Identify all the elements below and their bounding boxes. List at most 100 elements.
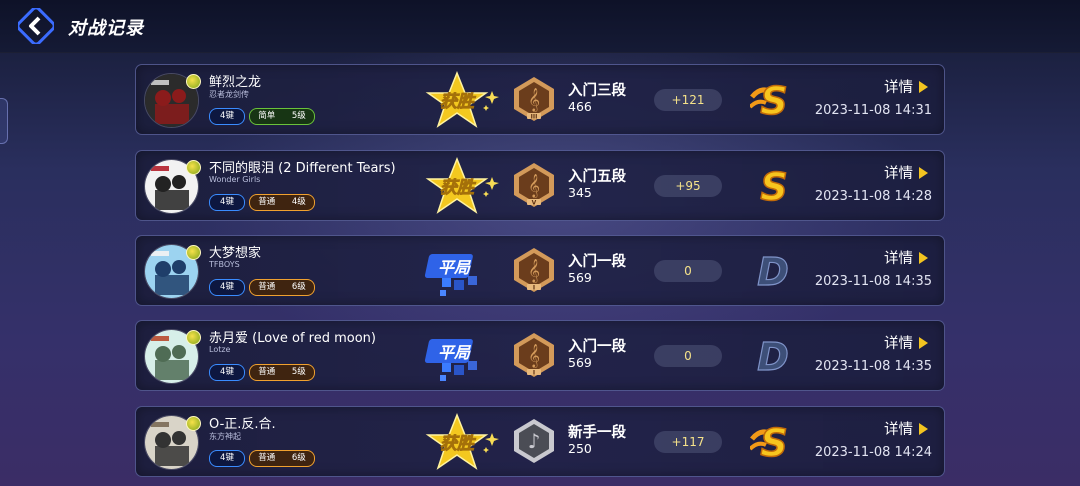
detail-button[interactable]: 详情 [884,332,928,353]
detail-button[interactable]: 详情 [884,76,928,97]
top-bar: 对战记录 [0,0,1080,53]
back-arrow-icon[interactable] [18,8,54,44]
svg-text:I: I [533,370,535,377]
key-count-tag: 4键 [209,194,245,211]
record-timestamp: 2023-11-08 14:35 [814,274,932,289]
draw-block-icon: 平局 [424,254,477,296]
difficulty-label: 普通 [258,453,276,463]
difficulty-tag: 普通 6级 [249,279,315,296]
play-arrow-icon [919,166,928,179]
key-count-tag: 4键 [209,450,245,467]
record-timestamp: 2023-11-08 14:28 [814,189,932,204]
song-artist: Lotze [209,345,231,354]
svg-text:获胜: 获胜 [440,178,477,198]
victory-star-icon: 获胜 [425,413,499,470]
difficulty-level: 4级 [291,197,306,207]
record-row[interactable]: 赤月爱 (Love of red moon) Lotze 4键 普通 5级 平局… [135,320,945,391]
song-title: 不同的眼泪 (2 Different Tears) [209,161,396,176]
detail-label: 详情 [884,336,913,352]
bronze-rank-music-icon: 𝄞 III [514,77,554,121]
rank-name: 入门五段 [568,169,626,185]
rank-name: 入门一段 [568,254,626,270]
rank-score: 569 [568,270,592,285]
song-title: O-正.反.合. [209,417,276,432]
bronze-rank-music-icon: 𝄞I [514,248,554,292]
rank-score: 345 [568,185,592,200]
play-arrow-icon [919,80,928,93]
page-title: 对战记录 [68,18,144,39]
song-title: 赤月爱 (Love of red moon) [209,331,376,346]
record-row[interactable]: 不同的眼泪 (2 Different Tears) Wonder Girls 4… [135,150,945,221]
key-count-tag: 4键 [209,279,245,296]
rank-score: 569 [568,355,592,370]
svg-text:𝄞: 𝄞 [528,343,540,368]
record-timestamp: 2023-11-08 14:24 [814,445,932,460]
coin-badge-icon [186,160,201,175]
coin-badge-icon [186,416,201,431]
silver-rank-music-icon: ♪ [514,419,554,463]
difficulty-tag: 简单 5级 [249,108,315,125]
record-row[interactable]: 鲜烈之龙 忍者龙剑传 4键 简单 5级 获胜 𝄞 III 入门三段 466 +12… [135,64,945,135]
song-artist: Wonder Girls [209,175,261,184]
difficulty-tag: 普通 4级 [249,194,315,211]
svg-text:D: D [757,335,789,375]
grade-s-plus-icon: S [750,79,788,119]
svg-text:III: III [531,114,538,121]
play-arrow-icon [919,251,928,264]
record-timestamp: 2023-11-08 14:35 [814,359,932,374]
rank-name: 入门三段 [568,83,626,99]
detail-button[interactable]: 详情 [884,418,928,439]
svg-text:𝄞: 𝄞 [528,173,540,198]
svg-text:平局: 平局 [438,343,472,362]
coin-badge-icon [186,74,201,89]
grade-s-icon: S [760,165,789,205]
svg-text:♪: ♪ [528,429,541,453]
score-delta: +117 [654,431,722,453]
side-drawer-handle[interactable] [0,98,8,144]
grade-s-plus-icon: S [750,421,788,461]
record-row[interactable]: O-正.反.合. 东方神起 4键 普通 6级 获胜 ♪ 新手一段 250 +11… [135,406,945,477]
record-timestamp: 2023-11-08 14:31 [814,103,932,118]
difficulty-label: 普通 [258,282,276,292]
victory-star-icon: 获胜 [425,71,499,128]
svg-text:S: S [760,79,787,119]
difficulty-tag: 普通 6级 [249,450,315,467]
svg-text:𝄞: 𝄞 [528,87,540,112]
score-delta: 0 [654,260,722,282]
svg-text:𝄞: 𝄞 [528,258,540,283]
rank-name: 新手一段 [568,425,626,441]
svg-text:获胜: 获胜 [440,434,477,454]
key-count-tag: 4键 [209,108,245,125]
svg-text:I: I [533,285,535,292]
score-delta: +95 [654,175,722,197]
svg-text:D: D [757,250,789,290]
score-delta: 0 [654,345,722,367]
song-artist: 东方神起 [209,432,241,441]
record-row[interactable]: 大梦想家 TFBOYS 4键 普通 6级 平局 𝄞 I 入门一段 569 0 D … [135,235,945,306]
difficulty-label: 简单 [258,111,276,121]
song-artist: TFBOYS [209,260,240,269]
key-count-tag: 4键 [209,364,245,381]
detail-button[interactable]: 详情 [884,247,928,268]
play-arrow-icon [919,422,928,435]
detail-button[interactable]: 详情 [884,162,928,183]
detail-label: 详情 [884,422,913,438]
coin-badge-icon [186,245,201,260]
difficulty-level: 6级 [291,453,306,463]
detail-label: 详情 [884,166,913,182]
detail-label: 详情 [884,251,913,267]
svg-text:S: S [760,165,787,205]
song-title: 大梦想家 [209,246,262,261]
detail-label: 详情 [884,80,913,96]
difficulty-level: 6级 [291,282,306,292]
rank-score: 250 [568,441,592,456]
coin-badge-icon [186,330,201,345]
svg-text:平局: 平局 [438,258,472,277]
difficulty-level: 5级 [291,111,306,121]
rank-score: 466 [568,99,592,114]
bronze-rank-music-icon: 𝄞V [514,163,554,207]
grade-d-icon: D [757,250,790,290]
svg-text:S: S [760,421,787,461]
difficulty-label: 普通 [258,367,276,377]
draw-block-icon: 平局 [424,339,477,381]
